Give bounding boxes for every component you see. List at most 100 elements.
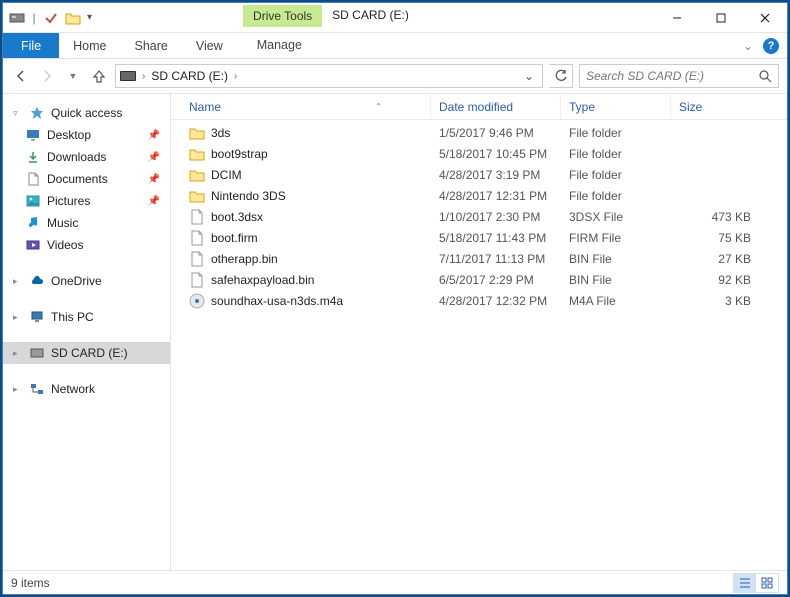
maximize-button[interactable] [699, 3, 743, 32]
large-icons-view-button[interactable] [756, 574, 778, 592]
help-icon[interactable]: ? [763, 38, 779, 54]
status-bar: 9 items [3, 570, 787, 594]
file-name: safehaxpayload.bin [211, 273, 314, 287]
file-name: boot9strap [211, 147, 268, 161]
tab-home[interactable]: Home [59, 33, 120, 58]
sidebar-item-pictures[interactable]: Pictures📌 [3, 190, 170, 212]
file-row[interactable]: boot.firm5/18/2017 11:43 PMFIRM File75 K… [171, 227, 787, 248]
recent-locations-button[interactable]: ▼ [63, 66, 83, 86]
up-button[interactable] [89, 66, 109, 86]
column-size[interactable]: Size [671, 94, 787, 119]
file-type: M4A File [561, 294, 671, 308]
star-icon [29, 105, 45, 121]
file-name: boot.firm [211, 231, 258, 245]
chevron-right-icon[interactable]: ▸ [13, 312, 23, 323]
nav-label: Documents [47, 172, 108, 186]
tab-view[interactable]: View [182, 33, 237, 58]
window-controls [655, 3, 787, 32]
sidebar-item-documents[interactable]: Documents 📌 [3, 168, 170, 190]
details-view-button[interactable] [734, 574, 756, 592]
file-size: 3 KB [671, 294, 787, 308]
nav-this-pc[interactable]: ▸ This PC [3, 306, 170, 328]
close-button[interactable] [743, 3, 787, 32]
file-name: 3ds [211, 126, 230, 140]
properties-icon[interactable] [43, 10, 59, 26]
sidebar-item-desktop[interactable]: Desktop📌 [3, 124, 170, 146]
refresh-button[interactable] [549, 64, 573, 88]
file-type: File folder [561, 189, 671, 203]
back-button[interactable] [11, 66, 31, 86]
file-type: BIN File [561, 273, 671, 287]
view-toggle [733, 573, 779, 593]
folder-icon [189, 146, 205, 162]
file-icon [189, 251, 205, 267]
chevron-down-icon[interactable]: ▿ [13, 108, 23, 119]
desktop-icon [25, 127, 41, 143]
column-name[interactable]: Name ⌃ [171, 94, 431, 119]
ribbon-expand-icon[interactable]: ⌄ [743, 39, 753, 53]
file-tab[interactable]: File [3, 33, 59, 58]
file-row[interactable]: soundhax-usa-n3ds.m4a4/28/2017 12:32 PMM… [171, 290, 787, 311]
cloud-icon [29, 273, 45, 289]
file-row[interactable]: DCIM4/28/2017 3:19 PMFile folder [171, 164, 787, 185]
sidebar-item-videos[interactable]: Videos [3, 234, 170, 256]
file-date: 4/28/2017 3:19 PM [431, 168, 561, 182]
contextual-tab-group: Drive Tools [243, 5, 322, 27]
pin-icon: 📌 [148, 174, 164, 185]
file-type: 3DSX File [561, 210, 671, 224]
sidebar-item-downloads[interactable]: Downloads📌 [3, 146, 170, 168]
search-input[interactable]: Search SD CARD (E:) [579, 64, 779, 88]
address-bar[interactable]: › SD CARD (E:) › ⌄ [115, 64, 543, 88]
nav-label: SD CARD (E:) [51, 346, 128, 360]
file-row[interactable]: boot.3dsx1/10/2017 2:30 PM3DSX File473 K… [171, 206, 787, 227]
search-icon[interactable] [759, 70, 772, 83]
file-row[interactable]: safehaxpayload.bin6/5/2017 2:29 PMBIN Fi… [171, 269, 787, 290]
file-type: File folder [561, 126, 671, 140]
new-folder-icon[interactable] [65, 10, 81, 26]
tab-manage[interactable]: Manage [243, 33, 316, 58]
main-area: ▿ Quick access Desktop📌Downloads📌Documen… [3, 93, 787, 570]
file-date: 1/10/2017 2:30 PM [431, 210, 561, 224]
column-type[interactable]: Type [561, 94, 671, 119]
file-row[interactable]: boot9strap5/18/2017 10:45 PMFile folder [171, 143, 787, 164]
chevron-right-icon[interactable]: ▸ [13, 276, 23, 287]
chevron-right-icon[interactable]: ▸ [13, 384, 23, 395]
file-row[interactable]: otherapp.bin7/11/2017 11:13 PMBIN File27… [171, 248, 787, 269]
file-size: 92 KB [671, 273, 787, 287]
window-title: SD CARD (E:) [322, 3, 655, 32]
nav-label: Desktop [47, 128, 91, 142]
file-date: 4/28/2017 12:31 PM [431, 189, 561, 203]
folder-icon [189, 188, 205, 204]
pc-icon [29, 309, 45, 325]
nav-quick-access[interactable]: ▿ Quick access [3, 102, 170, 124]
address-segment[interactable]: SD CARD (E:) [151, 69, 228, 83]
nav-label: This PC [51, 310, 94, 324]
nav-network[interactable]: ▸ Network [3, 378, 170, 400]
nav-sd-card[interactable]: ▸ SD CARD (E:) [3, 342, 170, 364]
file-size: 473 KB [671, 210, 787, 224]
tab-share[interactable]: Share [121, 33, 182, 58]
column-label: Name [189, 100, 221, 114]
downloads-icon [25, 149, 41, 165]
forward-button[interactable] [37, 66, 57, 86]
minimize-button[interactable] [655, 3, 699, 32]
qat-customize-icon[interactable]: ▾ [87, 12, 92, 23]
file-type: BIN File [561, 252, 671, 266]
pin-icon: 📌 [148, 152, 164, 163]
file-name: soundhax-usa-n3ds.m4a [211, 294, 343, 308]
chevron-right-icon[interactable]: ▸ [13, 348, 23, 359]
file-type: File folder [561, 147, 671, 161]
file-row[interactable]: 3ds 1/5/2017 9:46 PMFile folder [171, 122, 787, 143]
sidebar-item-music[interactable]: Music [3, 212, 170, 234]
address-dropdown-icon[interactable]: ⌄ [520, 69, 538, 83]
chevron-right-icon[interactable]: › [140, 71, 147, 82]
nav-onedrive[interactable]: ▸ OneDrive [3, 270, 170, 292]
address-drive-icon [120, 71, 136, 81]
file-list[interactable]: 3ds1/5/2017 9:46 PMFile folderboot9strap… [171, 120, 787, 570]
chevron-right-icon[interactable]: › [232, 71, 239, 82]
file-date: 1/5/2017 9:46 PM [431, 126, 561, 140]
file-row[interactable]: Nintendo 3DS4/28/2017 12:31 PMFile folde… [171, 185, 787, 206]
qat-divider: | [31, 11, 37, 25]
nav-label: Pictures [47, 194, 90, 208]
column-date[interactable]: Date modified [431, 94, 561, 119]
